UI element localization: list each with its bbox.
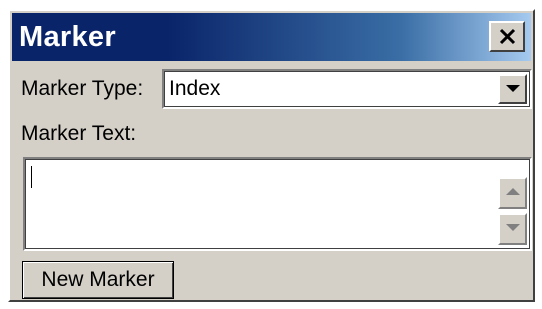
new-marker-button[interactable]: New Marker bbox=[22, 261, 174, 299]
title-bar[interactable]: Marker bbox=[12, 13, 531, 61]
scroll-up-button[interactable] bbox=[498, 177, 527, 209]
text-caret bbox=[31, 166, 32, 188]
marker-type-value: Index bbox=[169, 77, 221, 100]
marker-type-label: Marker Type: bbox=[21, 77, 144, 100]
marker-text-field[interactable] bbox=[23, 157, 532, 251]
marker-type-select[interactable]: Index bbox=[162, 69, 532, 109]
close-button[interactable] bbox=[489, 21, 525, 52]
marker-text-label: Marker Text: bbox=[21, 122, 137, 145]
chevron-down-icon bbox=[506, 85, 520, 92]
window-title: Marker bbox=[19, 21, 116, 53]
arrow-up-icon bbox=[506, 188, 520, 195]
marker-dialog: Marker Marker Type: Index Marker Text: N… bbox=[8, 9, 535, 302]
scroll-down-button[interactable] bbox=[498, 213, 527, 245]
close-icon bbox=[499, 28, 516, 45]
arrow-down-icon bbox=[506, 224, 520, 231]
marker-type-dropdown-button[interactable] bbox=[498, 74, 527, 104]
